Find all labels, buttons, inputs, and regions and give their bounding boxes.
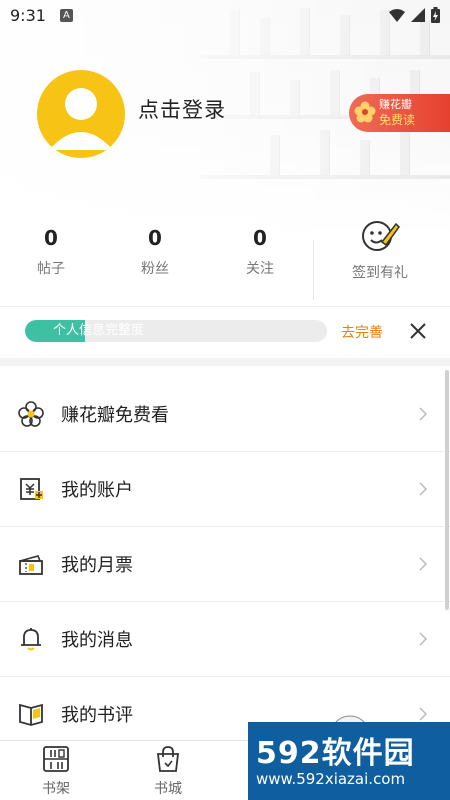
stat-following[interactable]: 0 关注 <box>220 222 300 284</box>
comment-book-icon <box>19 703 43 726</box>
profile-screen: 9:31 A 点击登录 赚花瓣 免费读 0 帖子 0 粉丝 0 关注 签到有礼 … <box>0 0 450 800</box>
avatar[interactable] <box>37 70 125 158</box>
chevron-right-icon <box>419 632 428 646</box>
watermark-url: www.592xiazai.com <box>256 770 406 788</box>
profile-progress-label: 个人信息完整度 <box>53 323 145 338</box>
signal-icon <box>411 8 425 22</box>
bell-icon <box>21 628 41 651</box>
complete-profile-link[interactable]: 去完善 <box>341 322 383 342</box>
profile-progress-bar: 个人信息完整度 <box>25 320 327 342</box>
stat-posts[interactable]: 0 帖子 <box>11 222 91 284</box>
stat-following-label: 关注 <box>246 261 274 277</box>
tab-label: 书城 <box>154 781 182 797</box>
divider <box>0 306 450 307</box>
close-icon[interactable] <box>405 318 431 344</box>
status-bar: 9:31 A <box>0 0 450 30</box>
signin-label: 签到有礼 <box>352 265 408 281</box>
chevron-right-icon <box>419 707 428 721</box>
stat-followers[interactable]: 0 粉丝 <box>115 222 195 284</box>
menu-item-label: 我的账户 <box>61 480 133 501</box>
signin-reward-button[interactable]: 签到有礼 <box>340 218 420 282</box>
section-gap <box>0 358 450 366</box>
tab-label: 书架 <box>42 781 70 797</box>
account-icon <box>20 478 43 500</box>
menu-item-label: 赚花瓣免费看 <box>61 405 169 426</box>
stat-following-value: 0 <box>253 226 267 250</box>
earn-badge-title: 赚花瓣 <box>379 98 412 111</box>
battery-icon <box>431 7 440 23</box>
stat-followers-label: 粉丝 <box>141 261 169 277</box>
chevron-right-icon <box>419 407 428 421</box>
menu-item-my-messages[interactable]: 我的消息 <box>0 602 450 677</box>
login-link[interactable]: 点击登录 <box>138 94 226 124</box>
menu-item-monthly-ticket[interactable]: 我的月票 <box>0 527 450 602</box>
wifi-icon <box>389 8 405 22</box>
stat-posts-value: 0 <box>44 226 58 250</box>
notification-icon: A <box>59 8 73 22</box>
status-time: 9:31 <box>10 5 46 25</box>
site-watermark: 592软件园 www.592xiazai.com <box>248 722 450 800</box>
chevron-right-icon <box>419 482 428 496</box>
tab-bookshelf[interactable]: 书架 <box>21 741 91 800</box>
default-user-icon <box>49 88 113 150</box>
menu-item-label: 我的书评 <box>61 705 133 726</box>
menu-item-label: 我的消息 <box>61 630 133 651</box>
stats-divider <box>313 240 314 300</box>
menu-item-earn-petals[interactable]: 赚花瓣免费看 <box>0 377 450 452</box>
flower-icon <box>354 101 376 123</box>
scrollbar[interactable] <box>445 370 449 610</box>
stat-followers-value: 0 <box>148 226 162 250</box>
earn-badge-subtitle: 免费读 <box>379 113 416 127</box>
watermark-title: 592软件园 <box>256 736 415 771</box>
tab-bookstore[interactable]: 书城 <box>133 741 203 800</box>
shopping-bag-icon <box>156 746 180 772</box>
menu-list: 赚花瓣免费看 我的账户 我的月票 我的消息 我的书评 <box>0 377 450 752</box>
menu-item-label: 我的月票 <box>61 555 133 576</box>
chevron-right-icon <box>419 557 428 571</box>
stat-posts-label: 帖子 <box>37 261 65 277</box>
flower-icon <box>18 401 44 427</box>
ticket-icon <box>19 555 43 575</box>
bookshelf-icon <box>43 746 69 772</box>
earn-petals-badge[interactable]: 赚花瓣 免费读 <box>349 94 450 132</box>
signin-face-icon <box>362 221 400 251</box>
menu-item-my-account[interactable]: 我的账户 <box>0 452 450 527</box>
